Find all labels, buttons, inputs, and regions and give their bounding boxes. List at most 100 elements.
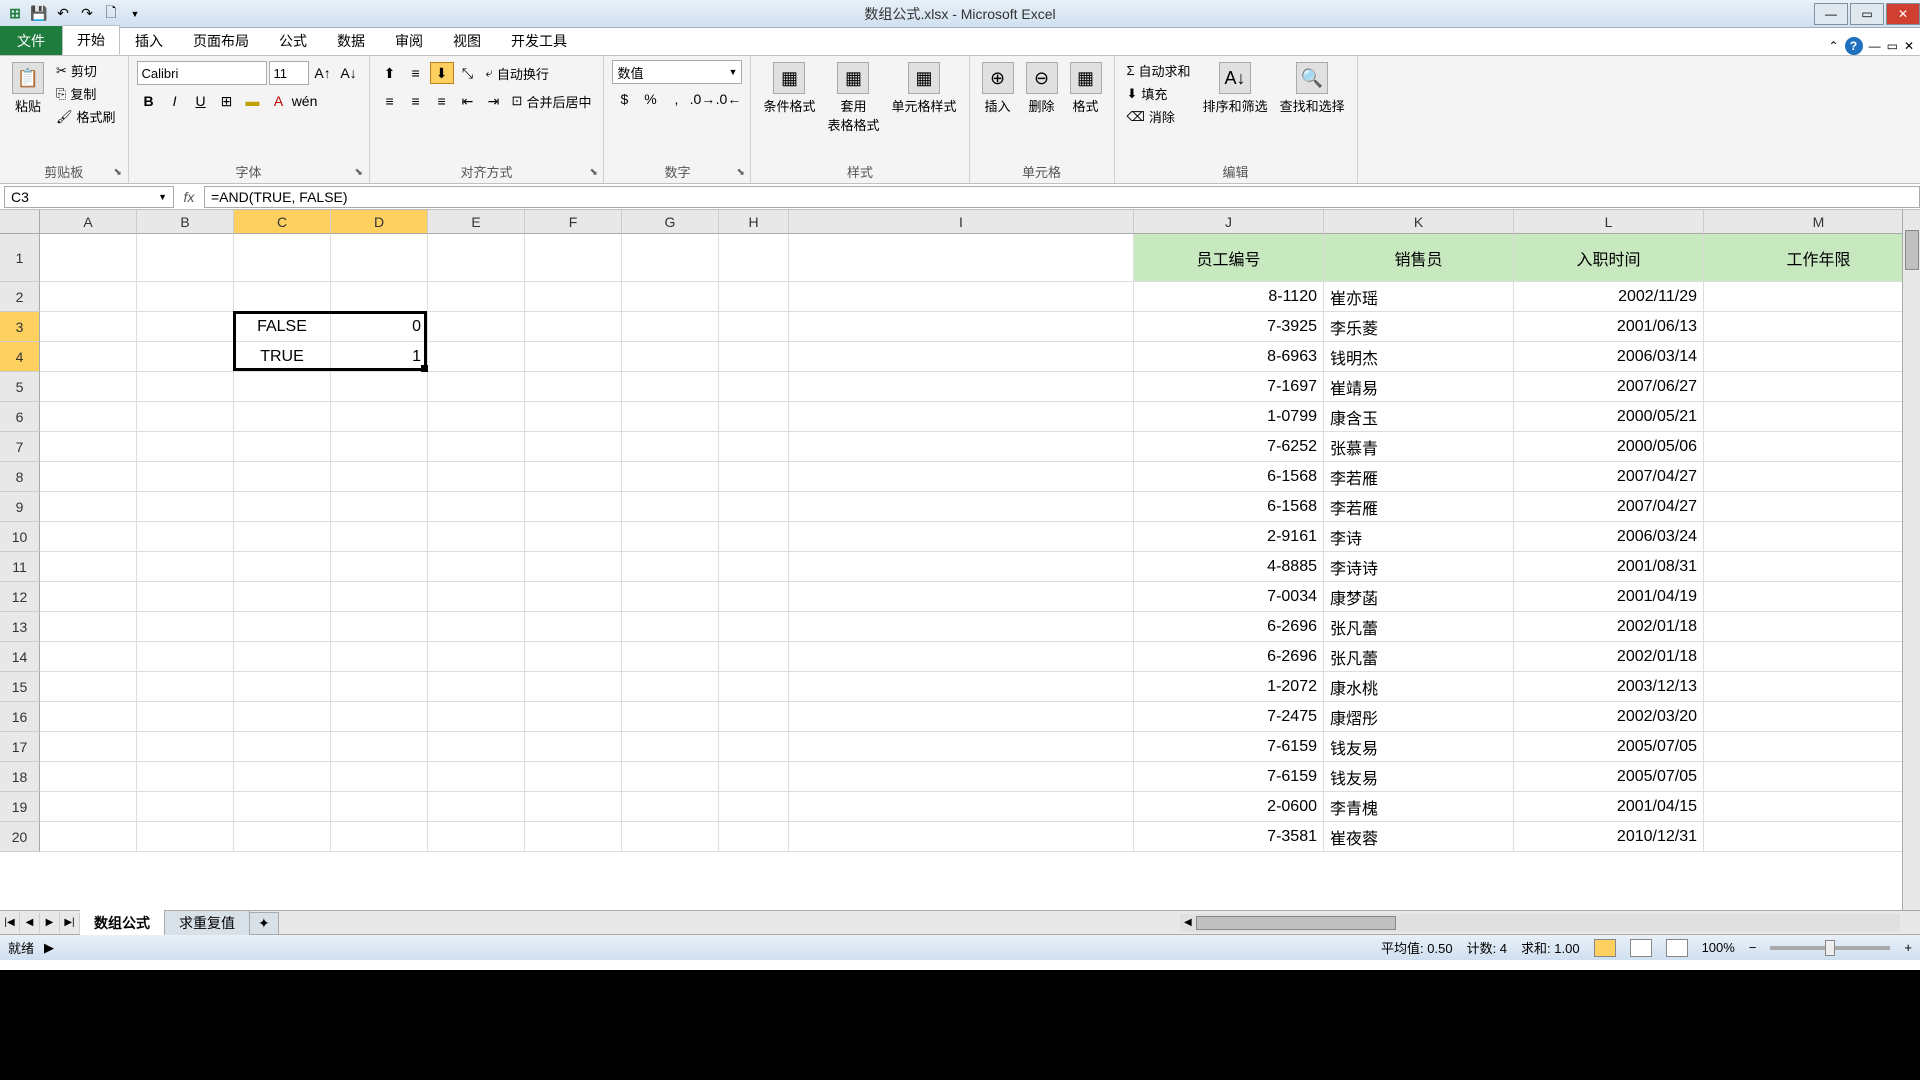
cell-G9[interactable]: [622, 492, 719, 522]
cell-G3[interactable]: [622, 312, 719, 342]
cell-H16[interactable]: [719, 702, 789, 732]
cell-E12[interactable]: [428, 582, 525, 612]
cell-D19[interactable]: [331, 792, 428, 822]
cell-F9[interactable]: [525, 492, 622, 522]
cell-A7[interactable]: [40, 432, 137, 462]
cell-C16[interactable]: [234, 702, 331, 732]
tab-data[interactable]: 数据: [322, 26, 380, 55]
cell-G11[interactable]: [622, 552, 719, 582]
cell-F3[interactable]: [525, 312, 622, 342]
cell-H11[interactable]: [719, 552, 789, 582]
cell-F19[interactable]: [525, 792, 622, 822]
cell-K13[interactable]: 张凡蕾: [1324, 612, 1514, 642]
cell-A8[interactable]: [40, 462, 137, 492]
cell-H8[interactable]: [719, 462, 789, 492]
row-header-6[interactable]: 6: [0, 402, 40, 432]
cell-H13[interactable]: [719, 612, 789, 642]
cell-D6[interactable]: [331, 402, 428, 432]
cell-J6[interactable]: 1-0799: [1134, 402, 1324, 432]
minimize-ribbon-icon[interactable]: ⌃: [1829, 39, 1839, 53]
cell-A17[interactable]: [40, 732, 137, 762]
tab-formulas[interactable]: 公式: [264, 26, 322, 55]
cell-D3[interactable]: 0: [331, 312, 428, 342]
find-select-button[interactable]: 🔍查找和选择: [1276, 60, 1349, 117]
fill-color-button[interactable]: ▬: [241, 90, 265, 112]
font-color-button[interactable]: A: [267, 90, 291, 112]
preview-icon[interactable]: 🗋: [100, 3, 122, 25]
cell-styles-button[interactable]: ▦单元格样式: [887, 60, 960, 117]
cell-M18[interactable]: 7: [1704, 762, 1920, 792]
zoom-slider[interactable]: [1770, 946, 1890, 950]
cell-H9[interactable]: [719, 492, 789, 522]
cell-B11[interactable]: [137, 552, 234, 582]
cell-F12[interactable]: [525, 582, 622, 612]
increase-decimal-button[interactable]: .0→: [690, 88, 714, 110]
increase-indent-button[interactable]: ⇥: [482, 90, 506, 112]
cell-L3[interactable]: 2001/06/13: [1514, 312, 1704, 342]
cell-M5[interactable]: 5: [1704, 372, 1920, 402]
cell-F6[interactable]: [525, 402, 622, 432]
cell-I6[interactable]: [789, 402, 1134, 432]
cell-A16[interactable]: [40, 702, 137, 732]
cell-D5[interactable]: [331, 372, 428, 402]
cell-C2[interactable]: [234, 282, 331, 312]
orientation-button[interactable]: ⤡: [456, 62, 480, 84]
border-button[interactable]: ⊞: [215, 90, 239, 112]
fx-icon[interactable]: fx: [174, 189, 204, 205]
close-button[interactable]: ✕: [1886, 3, 1920, 25]
cell-E7[interactable]: [428, 432, 525, 462]
cell-H6[interactable]: [719, 402, 789, 432]
row-header-11[interactable]: 11: [0, 552, 40, 582]
cell-K20[interactable]: 崔夜蓉: [1324, 822, 1514, 852]
cell-G16[interactable]: [622, 702, 719, 732]
cell-M15[interactable]: 9: [1704, 672, 1920, 702]
cell-A13[interactable]: [40, 612, 137, 642]
cell-E18[interactable]: [428, 762, 525, 792]
format-as-table-button[interactable]: ▦套用 表格格式: [823, 60, 883, 136]
cell-K17[interactable]: 钱友易: [1324, 732, 1514, 762]
zoom-thumb[interactable]: [1825, 940, 1835, 956]
cell-L18[interactable]: 2005/07/05: [1514, 762, 1704, 792]
cell-D9[interactable]: [331, 492, 428, 522]
col-header-E[interactable]: E: [428, 210, 525, 234]
percent-button[interactable]: %: [638, 88, 662, 110]
cell-K14[interactable]: 张凡蕾: [1324, 642, 1514, 672]
cell-B5[interactable]: [137, 372, 234, 402]
cell-A12[interactable]: [40, 582, 137, 612]
cell-J15[interactable]: 1-2072: [1134, 672, 1324, 702]
col-header-D[interactable]: D: [331, 210, 428, 234]
cell-I7[interactable]: [789, 432, 1134, 462]
tab-review[interactable]: 审阅: [380, 26, 438, 55]
row-header-12[interactable]: 12: [0, 582, 40, 612]
cell-B10[interactable]: [137, 522, 234, 552]
cell-L13[interactable]: 2002/01/18: [1514, 612, 1704, 642]
name-box[interactable]: C3▼: [4, 186, 174, 208]
cell-K16[interactable]: 康熠彤: [1324, 702, 1514, 732]
wrap-text-button[interactable]: ⤶自动换行: [482, 63, 553, 84]
cell-D10[interactable]: [331, 522, 428, 552]
cell-H19[interactable]: [719, 792, 789, 822]
align-center-button[interactable]: ≡: [404, 90, 428, 112]
cell-M3[interactable]: 11: [1704, 312, 1920, 342]
cell-F5[interactable]: [525, 372, 622, 402]
cell-G15[interactable]: [622, 672, 719, 702]
select-all-corner[interactable]: [0, 210, 40, 234]
tab-home[interactable]: 开始: [62, 25, 120, 55]
cell-G7[interactable]: [622, 432, 719, 462]
cell-B14[interactable]: [137, 642, 234, 672]
cell-A5[interactable]: [40, 372, 137, 402]
cell-L14[interactable]: 2002/01/18: [1514, 642, 1704, 672]
prev-sheet-button[interactable]: ◀: [20, 913, 40, 933]
cell-A2[interactable]: [40, 282, 137, 312]
cell-E20[interactable]: [428, 822, 525, 852]
cell-B2[interactable]: [137, 282, 234, 312]
cell-K19[interactable]: 李青槐: [1324, 792, 1514, 822]
cell-M6[interactable]: 13: [1704, 402, 1920, 432]
cell-B6[interactable]: [137, 402, 234, 432]
cell-D12[interactable]: [331, 582, 428, 612]
cell-E11[interactable]: [428, 552, 525, 582]
spreadsheet-grid[interactable]: ABCDEFGHIJKLM 12345678910111213141516171…: [0, 210, 1920, 910]
cell-E10[interactable]: [428, 522, 525, 552]
cell-L5[interactable]: 2007/06/27: [1514, 372, 1704, 402]
cell-M19[interactable]: 12: [1704, 792, 1920, 822]
